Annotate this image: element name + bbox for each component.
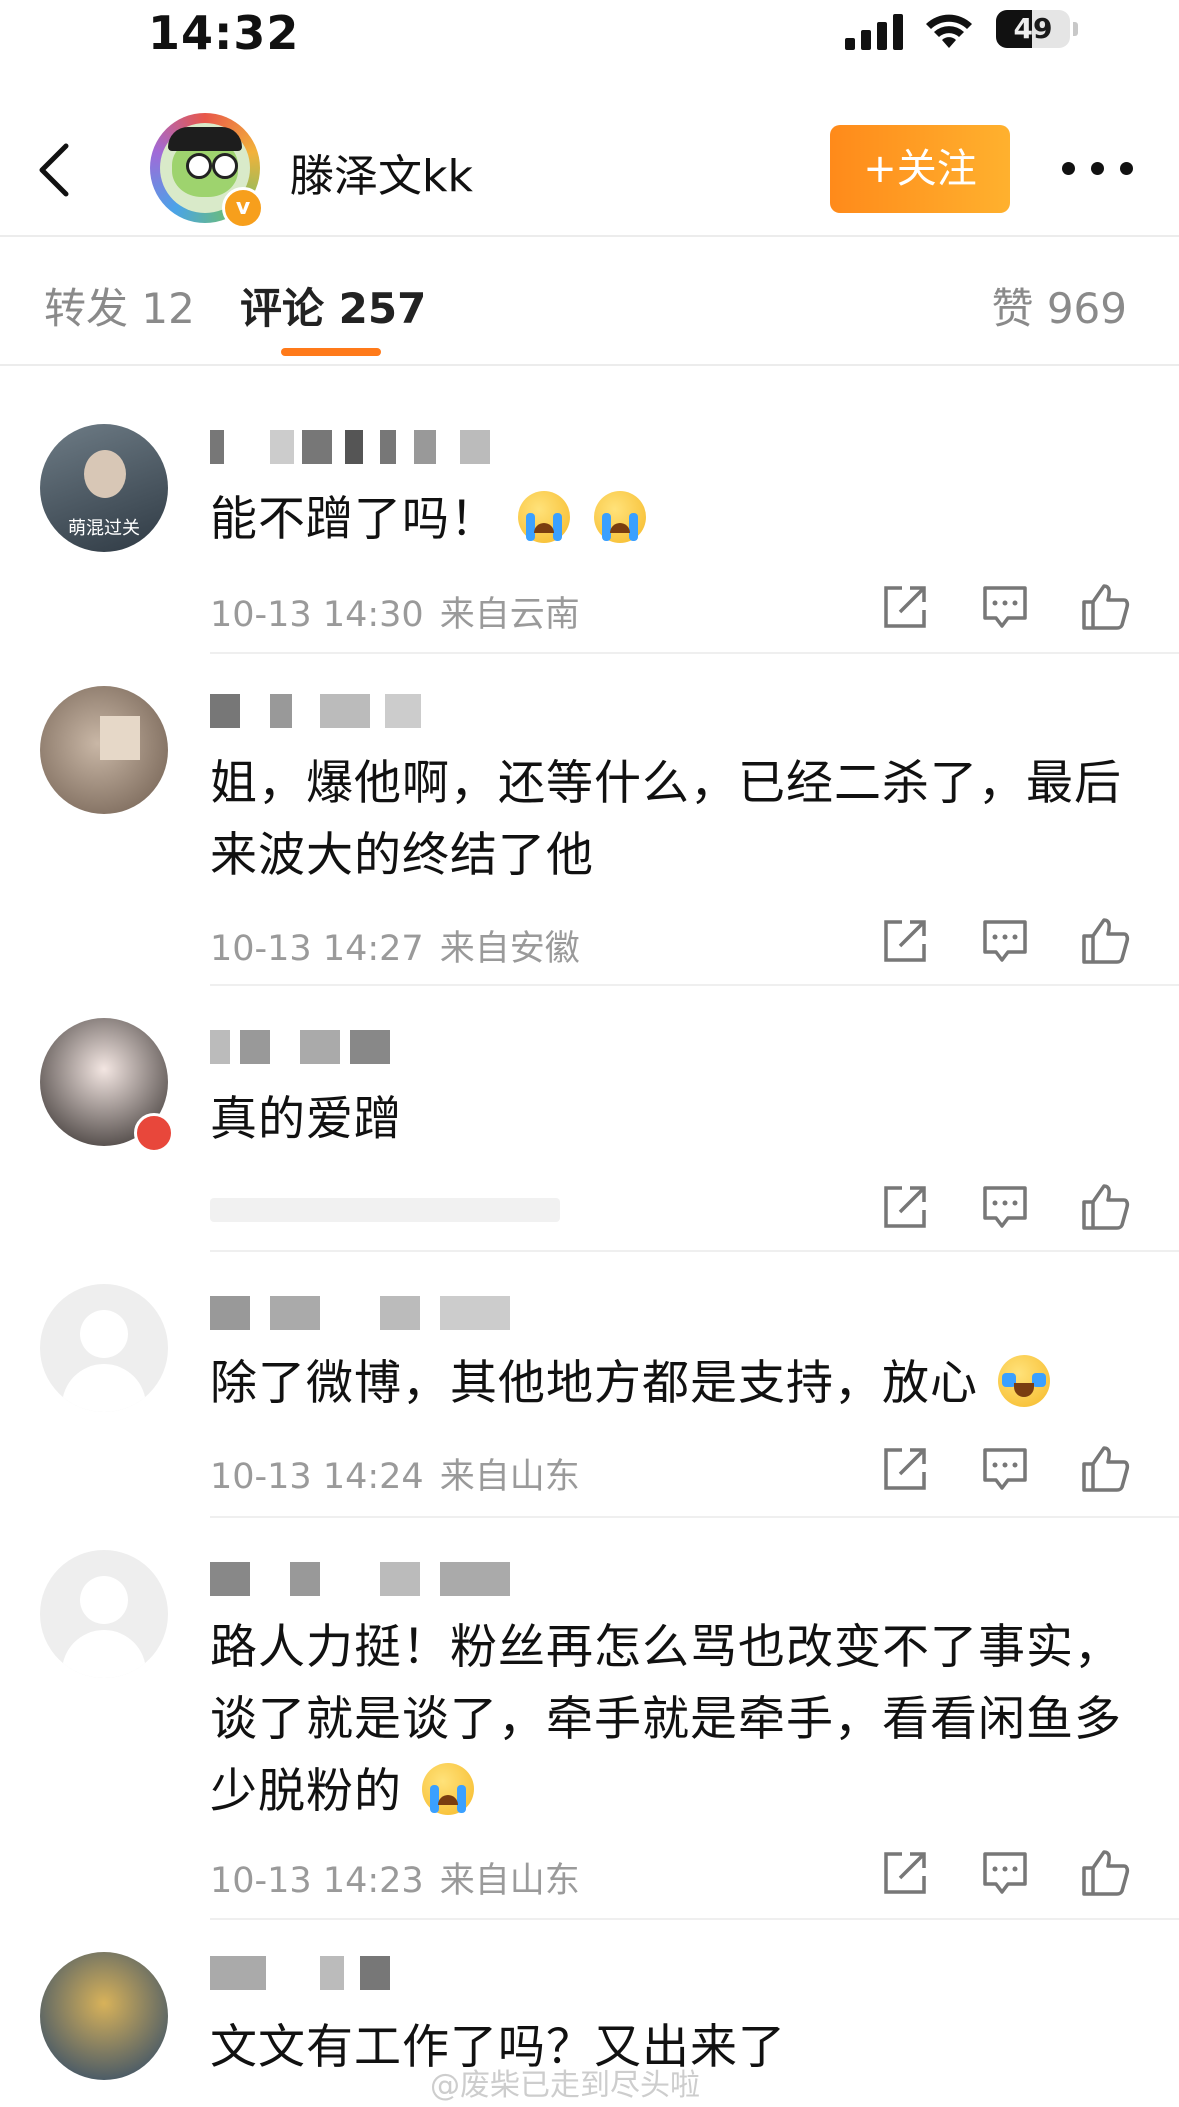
comment-time: 10-13 14:27	[210, 929, 424, 969]
commenter-avatar[interactable]	[40, 686, 168, 814]
comment-icon[interactable]	[980, 1848, 1030, 1898]
comment-item: 萌混过关 能不蹭了吗！ 10-13 14:30 来自云南	[0, 366, 1179, 654]
crying-face-icon	[593, 491, 646, 543]
divider	[210, 984, 1179, 986]
more-options-icon[interactable]	[1062, 160, 1134, 180]
post-header: v 滕泽文kk +关注	[0, 100, 1179, 237]
like-icon[interactable]	[1080, 582, 1130, 632]
comment-body: 能不蹭了吗！	[210, 492, 498, 547]
comment-item: 除了微博，其他地方都是支持，放心 10-13 14:24 来自山东	[0, 1254, 1179, 1518]
divider	[210, 652, 1179, 654]
battery-icon: 49	[996, 10, 1078, 48]
status-bar: 14:32 49	[0, 0, 1179, 80]
comment-actions	[880, 1848, 1140, 1898]
share-icon[interactable]	[880, 1444, 930, 1494]
member-badge-icon	[134, 1113, 174, 1153]
wifi-icon	[926, 14, 972, 48]
comment-icon[interactable]	[980, 1444, 1030, 1494]
share-icon[interactable]	[880, 1848, 930, 1898]
profile-name[interactable]: 滕泽文kk	[290, 140, 473, 204]
share-icon[interactable]	[880, 916, 930, 966]
comment-meta: 10-13 14:24 来自山东	[210, 1448, 580, 1499]
share-icon[interactable]	[880, 582, 930, 632]
like-icon[interactable]	[1080, 916, 1130, 966]
default-avatar[interactable]	[40, 1550, 168, 1678]
commenter-avatar[interactable]: 萌混过关	[40, 424, 168, 552]
comment-text: 姐，爆他啊，还等什么，已经二杀了，最后来波大的终结了他	[210, 756, 1122, 883]
comment-location: 来自山东	[439, 1457, 580, 1497]
comment-actions	[880, 582, 1140, 632]
comment-text: 除了微博，其他地方都是支持，放心	[210, 1348, 1140, 1420]
comment-text: 能不蹭了吗！	[210, 484, 1140, 556]
active-tab-indicator	[281, 348, 381, 356]
comment-icon[interactable]	[980, 916, 1030, 966]
watermark: @废柴已走到尽头啦	[430, 2068, 700, 2103]
comment-time: 10-13 14:24	[210, 1457, 424, 1497]
tab-likes[interactable]: 赞 969	[991, 275, 1127, 336]
verified-badge-icon: v	[222, 187, 264, 229]
comment-item: 姐，爆他啊，还等什么，已经二杀了，最后来波大的终结了他 10-13 14:27 来…	[0, 656, 1179, 986]
divider	[210, 1516, 1179, 1518]
comment-text: 真的爱蹭	[210, 1092, 402, 1147]
comment-location: 来自山东	[439, 1861, 580, 1901]
comment-location: 来自云南	[439, 595, 580, 635]
comment-meta: 10-13 14:23 来自山东	[210, 1852, 580, 1903]
comment-meta: 10-13 14:27 来自安徽	[210, 920, 580, 971]
like-icon[interactable]	[1080, 1182, 1130, 1232]
cellular-signal-icon	[845, 14, 903, 50]
tears-of-joy-icon	[997, 1355, 1050, 1407]
tab-reposts[interactable]: 转发 12	[44, 275, 195, 336]
share-icon[interactable]	[880, 1182, 930, 1232]
comment-icon[interactable]	[980, 582, 1030, 632]
tab-comments[interactable]: 评论 257	[240, 275, 426, 336]
avatar-caption: 萌混过关	[68, 518, 140, 539]
comment-actions	[880, 916, 1140, 966]
comment-item: 真的爱蹭	[0, 988, 1179, 1252]
comment-actions	[880, 1182, 1140, 1232]
follow-button[interactable]: +关注	[830, 125, 1010, 213]
divider	[210, 1250, 1179, 1252]
comment-time: 10-13 14:30	[210, 595, 424, 635]
back-icon[interactable]	[30, 140, 80, 200]
redacted-meta	[210, 1198, 560, 1222]
comment-body: 除了微博，其他地方都是支持，放心	[210, 1356, 978, 1411]
tab-bar: 转发 12 评论 257 赞 969	[0, 237, 1179, 366]
crying-face-icon	[517, 491, 570, 543]
default-avatar[interactable]	[40, 1284, 168, 1412]
crying-face-icon	[421, 1763, 474, 1815]
commenter-avatar[interactable]	[40, 1952, 168, 2080]
comment-text: 路人力挺！粉丝再怎么骂也改变不了事实，谈了就是谈了，牵手就是牵手，看看闲鱼多少脱…	[210, 1612, 1140, 1828]
comment-icon[interactable]	[980, 1182, 1030, 1232]
comment-actions	[880, 1444, 1140, 1494]
comment-body: 路人力挺！粉丝再怎么骂也改变不了事实，谈了就是谈了，牵手就是牵手，看看闲鱼多少脱…	[210, 1620, 1122, 1819]
comment-item: 路人力挺！粉丝再怎么骂也改变不了事实，谈了就是谈了，牵手就是牵手，看看闲鱼多少脱…	[0, 1520, 1179, 1920]
status-time: 14:32	[148, 6, 300, 60]
like-icon[interactable]	[1080, 1444, 1130, 1494]
comment-location: 来自安徽	[439, 929, 580, 969]
battery-level: 49	[1013, 12, 1053, 45]
divider	[210, 1918, 1179, 1920]
comment-time: 10-13 14:23	[210, 1861, 424, 1901]
comment-meta: 10-13 14:30 来自云南	[210, 586, 580, 637]
like-icon[interactable]	[1080, 1848, 1130, 1898]
